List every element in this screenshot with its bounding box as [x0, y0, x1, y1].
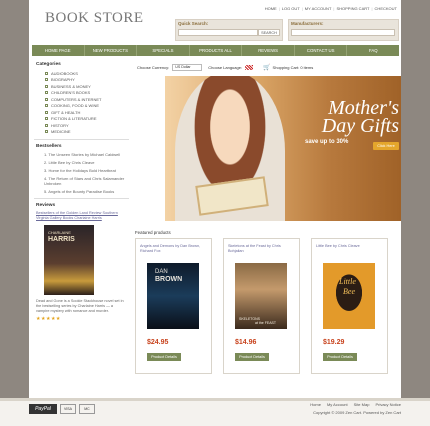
separator: | — [278, 6, 280, 11]
banner-subheadline: save up to 30% — [305, 139, 349, 145]
footer-links: Home My Account Site Map Privacy Notice — [310, 402, 401, 407]
product-title[interactable]: Little Bee by Chris Cleave — [316, 244, 384, 249]
cover-name: HARRIS — [48, 236, 75, 243]
visa-icon: VISA — [60, 404, 76, 414]
bestseller-item[interactable]: 1. The Unseen Stories by Michael Caldwel… — [44, 152, 131, 157]
separator: | — [371, 6, 373, 11]
cover-text: Bee — [343, 287, 355, 296]
separator: | — [301, 6, 303, 11]
cover-author: CHARLAINE — [48, 230, 71, 235]
checkbox-icon — [45, 104, 48, 108]
bestseller-item[interactable]: 2. Little Bee by Chris Cleave — [44, 160, 131, 165]
nav-contact-us[interactable]: CONTACT US — [295, 45, 348, 56]
cover-text: BROWN — [155, 276, 183, 283]
product-title[interactable]: Angels and Demons by Dan Brown, Richard … — [140, 244, 208, 253]
checkbox-icon — [45, 110, 48, 114]
cart-summary[interactable]: Shopping Cart: 0 items — [273, 65, 314, 70]
nav-faq[interactable]: FAQ — [347, 45, 399, 56]
topnav-my-account[interactable]: MY ACCOUNT — [305, 6, 332, 11]
flag-icon[interactable] — [245, 64, 254, 70]
quick-search-box: Quick Search: SEARCH — [175, 19, 283, 41]
product-details-button[interactable]: Product Details — [147, 353, 181, 361]
topnav-checkout[interactable]: CHECKOUT — [375, 6, 397, 11]
checkbox-icon — [45, 97, 48, 101]
currency-select[interactable]: US Dollar — [172, 63, 203, 71]
main-navigation: HOME PAGE NEW PRODUCTS SPECIALS PRODUCTS… — [32, 45, 399, 56]
checkbox-icon — [45, 130, 48, 134]
quick-search-input[interactable] — [178, 29, 258, 36]
checkbox-icon — [45, 84, 48, 88]
nav-home-page[interactable]: HOME PAGE — [32, 45, 85, 56]
bestseller-item[interactable]: 4. The Return of Stars and Chris Salaman… — [44, 176, 131, 186]
cover-text: Little — [339, 277, 356, 286]
checkbox-icon — [45, 123, 48, 127]
product-details-button[interactable]: Product Details — [235, 353, 269, 361]
nav-products-all[interactable]: PRODUCTS ALL — [190, 45, 243, 56]
manufacturers-label: Manufacturers: — [291, 21, 324, 26]
review-body: Dead and Gone is a Sookie Stackhouse nov… — [36, 299, 124, 313]
nav-specials[interactable]: SPECIALS — [137, 45, 190, 56]
categories-title: Categories — [36, 62, 61, 67]
topnav-home[interactable]: HOME — [265, 6, 277, 11]
footer-link-sitemap[interactable]: Site Map — [354, 402, 370, 407]
product-price: $24.95 — [147, 339, 169, 346]
currency-language-bar: Choose Currency: US Dollar Choose Langua… — [137, 62, 399, 72]
cover-text: DAN — [155, 269, 168, 275]
click-here-button[interactable]: Click Here — [373, 142, 399, 150]
promo-banner[interactable]: Mother's Day Gifts save up to 30% Click … — [165, 76, 401, 221]
manufacturers-box: Manufacturers: — [288, 19, 399, 41]
product-cover[interactable]: SKELETONS at the FEAST — [235, 263, 287, 329]
copyright-text: Copyright © 2009 Zen Cart. Powered by Ze… — [313, 410, 401, 415]
banner-headline: Mother's Day Gifts — [321, 97, 399, 137]
page-container: BOOK STORE HOME | LOG OUT | MY ACCOUNT | SH… — [29, 0, 401, 398]
product-price: $14.96 — [235, 339, 257, 346]
payment-icons: PayPal VISA MC — [29, 404, 95, 414]
topnav-shopping-cart[interactable]: SHOPPING CART — [336, 6, 369, 11]
checkbox-icon — [45, 117, 48, 121]
bestseller-item[interactable]: 3. Home for the Holidays Bold Heartbeat — [44, 168, 131, 173]
checkbox-icon — [45, 91, 48, 95]
nav-reviews[interactable]: REVIEWS — [242, 45, 295, 56]
product-title[interactable]: Skeletons at the Feast by Chris Bohjalia… — [228, 244, 296, 253]
product-price: $19.29 — [323, 339, 345, 346]
checkbox-icon — [45, 71, 48, 75]
manufacturers-select[interactable] — [291, 29, 395, 36]
featured-products-title: Featured products — [135, 230, 171, 235]
sidebar: Categories AUDIOBOOKS BIOGRAPHY BUSINESS… — [32, 62, 131, 322]
search-button[interactable]: SEARCH — [258, 29, 280, 36]
cart-icon[interactable]: 🛒 — [263, 64, 270, 71]
rating-stars: ★★★★★ — [36, 316, 61, 322]
bestsellers-title: Bestsellers — [36, 144, 62, 149]
site-logo[interactable]: BOOK STORE — [45, 10, 144, 27]
mastercard-icon: MC — [79, 404, 95, 414]
cover-text: at the FEAST — [255, 321, 277, 325]
language-label: Choose Language: — [208, 64, 243, 70]
bestseller-item[interactable]: 5. Angels of the Bounty Paradise Books — [44, 189, 131, 194]
product-cover[interactable]: Little Bee — [323, 263, 375, 329]
category-list: AUDIOBOOKS BIOGRAPHY BUSINESS & MONEY CH… — [32, 70, 131, 135]
nav-new-products[interactable]: NEW PRODUCTS — [85, 45, 138, 56]
top-navigation: HOME | LOG OUT | MY ACCOUNT | SHOPPING CART… — [265, 6, 397, 11]
category-item[interactable]: MEDICINE — [45, 129, 131, 136]
product-card: Little Bee by Chris Cleave Little Bee $1… — [311, 238, 388, 374]
reviews-title: Reviews — [36, 203, 56, 208]
divider — [34, 198, 129, 199]
paypal-icon: PayPal — [29, 404, 57, 414]
footer-link-home[interactable]: Home — [310, 402, 321, 407]
product-details-button[interactable]: Product Details — [323, 353, 357, 361]
review-link[interactable]: Bestsellers of the Golden Land Review So… — [36, 211, 124, 221]
footer-link-privacy[interactable]: Privacy Notice — [375, 402, 401, 407]
divider — [34, 139, 129, 140]
separator: | — [333, 6, 335, 11]
product-card: Angels and Demons by Dan Brown, Richard … — [135, 238, 212, 374]
checkbox-icon — [45, 78, 48, 82]
currency-label: Choose Currency: — [137, 64, 170, 70]
review-book-cover[interactable]: CHARLAINE HARRIS — [44, 225, 94, 295]
product-cover[interactable]: DAN BROWN — [147, 263, 199, 329]
topnav-logout[interactable]: LOG OUT — [282, 6, 300, 11]
bestsellers-list: 1. The Unseen Stories by Michael Caldwel… — [32, 152, 131, 194]
product-card: Skeletons at the Feast by Chris Bohjalia… — [223, 238, 300, 374]
footer-link-account[interactable]: My Account — [327, 402, 348, 407]
quick-search-label: Quick Search: — [178, 21, 209, 26]
